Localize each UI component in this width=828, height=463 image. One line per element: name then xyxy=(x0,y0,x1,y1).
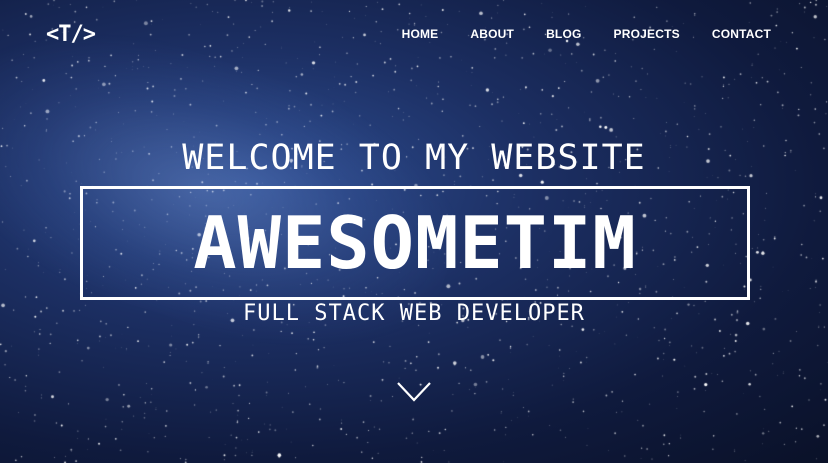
nav-home-link[interactable]: HOME xyxy=(402,27,439,41)
hero-welcome-heading: WELCOME TO MY WEBSITE xyxy=(182,138,646,178)
hero-name-box: AWESOMETIM xyxy=(80,186,750,300)
chevron-down-icon[interactable] xyxy=(396,380,432,404)
site-logo[interactable]: <T/> xyxy=(46,22,96,47)
nav-about-link[interactable]: ABOUT xyxy=(470,27,514,41)
hero-name-title: AWESOMETIM xyxy=(193,201,637,285)
main-nav: HOME ABOUT BLOG PROJECTS CONTACT xyxy=(402,27,771,41)
nav-projects-link[interactable]: PROJECTS xyxy=(614,27,680,41)
nav-contact-link[interactable]: CONTACT xyxy=(712,27,771,41)
hero-subtitle: FULL STACK WEB DEVELOPER xyxy=(243,301,585,326)
nav-blog-link[interactable]: BLOG xyxy=(546,27,581,41)
